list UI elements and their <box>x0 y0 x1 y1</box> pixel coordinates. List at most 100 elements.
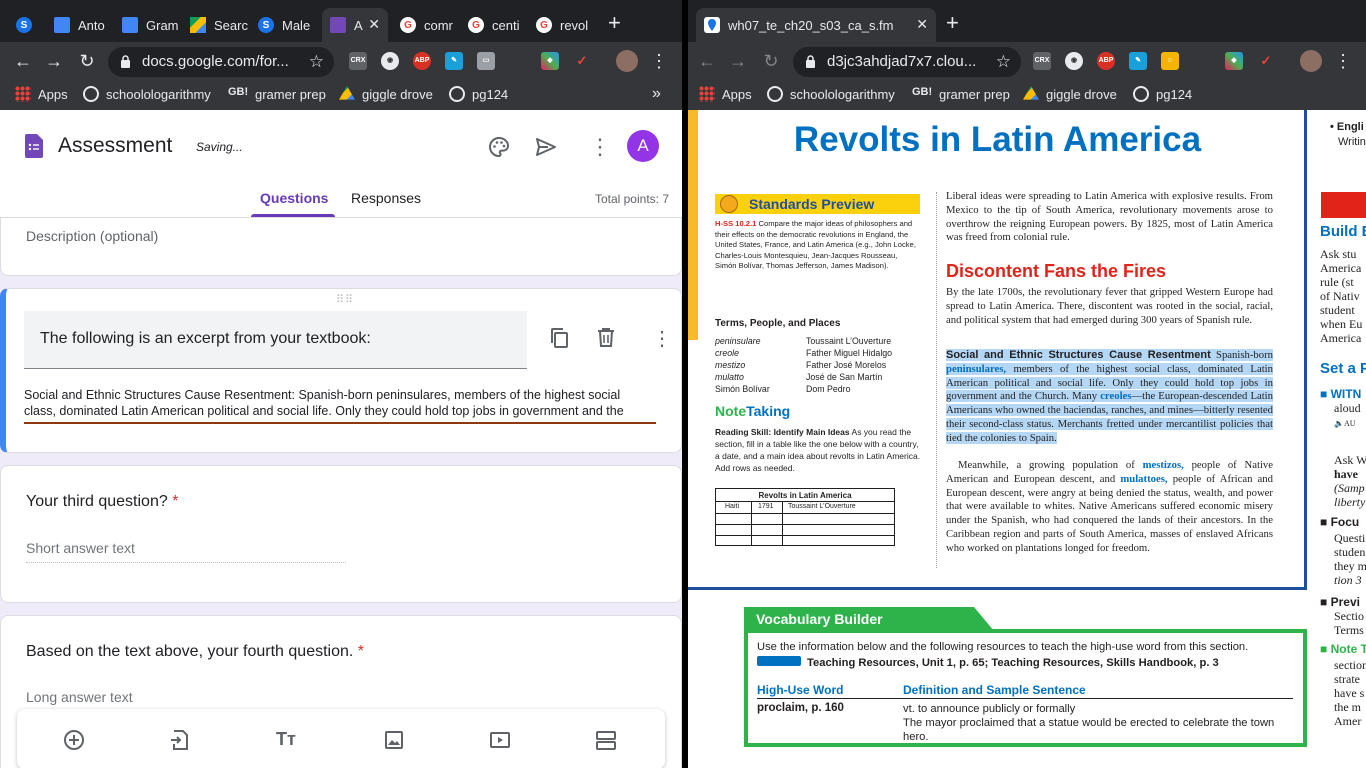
left-browser-window: S Anto Gram Searc S Male A ✕ Gcomr Gcenti … <box>0 0 682 768</box>
duplicate-icon[interactable] <box>549 327 569 349</box>
bookmark-apps[interactable]: Apps <box>699 86 752 102</box>
text-run: Meanwhile, a growing population of <box>958 459 1143 471</box>
folder-extension-icon[interactable]: ▭ <box>477 52 495 70</box>
reload-icon[interactable]: ↻ <box>76 50 98 72</box>
abp-extension-icon[interactable]: ABP <box>1097 52 1115 70</box>
blue-extension-icon[interactable]: ✎ <box>1129 52 1147 70</box>
rainbow-extension-icon[interactable]: ◆ <box>1225 52 1243 70</box>
crx-extension-icon[interactable]: CRX <box>1033 52 1051 70</box>
forms-logo-icon <box>25 134 43 158</box>
add-title-icon[interactable]: Tт <box>276 729 298 751</box>
url-text: docs.google.com/for... <box>142 53 289 70</box>
reload-icon[interactable]: ↻ <box>760 50 782 72</box>
form-description-card[interactable]: Description (optional) <box>0 218 682 276</box>
tab-5-active[interactable]: A ✕ <box>322 8 388 42</box>
sidebar-note: ■ Note T <box>1320 642 1366 656</box>
abp-extension-icon[interactable]: ABP <box>413 52 431 70</box>
profile-avatar[interactable] <box>1300 50 1322 72</box>
account-avatar[interactable]: A <box>627 130 659 162</box>
intro-paragraph: Liberal ideas were spreading to Latin Am… <box>946 190 1273 244</box>
menu-dots-icon[interactable]: ⋮ <box>648 50 670 72</box>
bookmark-schoolologarithmy[interactable]: schoolologarithmy <box>767 86 895 102</box>
import-questions-icon[interactable] <box>169 729 191 751</box>
term: Father Miguel Hidalgo <box>806 348 893 358</box>
blue-extension-icon[interactable]: ✎ <box>445 52 463 70</box>
table-title: Revolts in Latin America <box>716 489 894 502</box>
bookmark-gramer-prep[interactable]: GB! gramer prep <box>228 86 326 102</box>
tab-responses[interactable]: Responses <box>351 190 421 206</box>
vocab-header-tab: Vocabulary Builder <box>744 607 994 631</box>
palette-icon[interactable] <box>488 136 510 158</box>
pdf-tab[interactable]: wh07_te_ch20_s03_ca_s.fm ✕ <box>696 8 936 42</box>
profile-avatar[interactable] <box>616 50 638 72</box>
question-card-3[interactable]: Your third question? * Short answer text <box>0 465 682 603</box>
new-tab-icon[interactable]: + <box>946 12 959 34</box>
bookmark-star-icon[interactable]: ☆ <box>996 47 1011 77</box>
highlighted-text: Social and Ethnic Structures Cause Resen… <box>946 349 1273 444</box>
add-video-icon[interactable] <box>489 729 511 751</box>
form-title[interactable]: Assessment <box>58 134 172 158</box>
more-options-icon[interactable]: ⋮ <box>589 134 611 160</box>
question-title-field[interactable]: The following is an excerpt from your te… <box>24 311 527 369</box>
add-image-icon[interactable] <box>383 729 405 751</box>
tab-7[interactable]: Gcenti <box>460 8 528 42</box>
back-icon[interactable]: ← <box>696 50 718 72</box>
bookmark-label: pg124 <box>1156 86 1193 102</box>
tab-questions[interactable]: Questions <box>260 190 328 206</box>
bookmark-apps[interactable]: Apps <box>15 86 68 102</box>
description-field[interactable]: Description (optional) <box>26 228 158 244</box>
checkmark-extension-icon[interactable]: ✓ <box>573 52 591 70</box>
bookmark-pg124[interactable]: pg124 <box>1133 86 1192 102</box>
bookmark-pg124[interactable]: pg124 <box>449 86 508 102</box>
vocab-rule <box>757 698 1293 699</box>
tab-2[interactable]: Gram <box>114 8 182 42</box>
sidebar-build: Build B <box>1320 223 1366 240</box>
add-section-icon[interactable] <box>595 729 617 751</box>
drag-handle-icon[interactable]: ⠿⠿ <box>336 293 354 306</box>
bookmark-giggle-drove[interactable]: giggle drove <box>1023 86 1117 102</box>
close-tab-icon[interactable]: ✕ <box>916 16 928 33</box>
bookmark-label: giggle drove <box>1046 86 1117 102</box>
tab-4[interactable]: S Male <box>250 8 318 42</box>
delete-icon[interactable] <box>597 327 615 347</box>
new-tab-icon[interactable]: + <box>608 12 621 34</box>
checkmark-extension-icon[interactable]: ✓ <box>1257 52 1275 70</box>
question-more-icon[interactable]: ⋮ <box>652 326 672 351</box>
tab-8[interactable]: Grevol <box>528 8 596 42</box>
tab-1[interactable]: Anto <box>46 8 114 42</box>
section-heading: Discontent Fans the Fires <box>946 261 1167 281</box>
owl-extension-icon[interactable]: ◉ <box>381 52 399 70</box>
address-bar[interactable]: d3jc3ahdjad7x7.clou... ☆ <box>793 47 1021 77</box>
tab-0[interactable]: S <box>8 8 46 42</box>
bookmark-giggle-drove[interactable]: giggle drove <box>339 86 433 102</box>
question-description-field[interactable]: Social and Ethnic Structures Cause Resen… <box>24 387 656 424</box>
active-question-card[interactable]: ⠿⠿ The following is an excerpt from your… <box>0 288 682 453</box>
sidebar-previ: ■ Previ <box>1320 595 1360 609</box>
bookmarks-overflow-icon[interactable]: » <box>652 85 661 103</box>
rainbow-extension-icon[interactable]: ◆ <box>541 52 559 70</box>
address-bar[interactable]: docs.google.com/for... ☆ <box>108 47 334 77</box>
google-forms-editor: Assessment Saving... ⋮ A Questions Respo… <box>0 110 682 768</box>
term: José de San Martín <box>806 372 883 382</box>
add-question-icon[interactable] <box>63 729 85 751</box>
forward-icon[interactable]: → <box>727 50 749 72</box>
tab-3[interactable]: Searc <box>182 8 250 42</box>
close-tab-icon[interactable]: ✕ <box>368 16 380 33</box>
standards-block: H-SS 10.2.1 Compare the major ideas of p… <box>715 219 920 272</box>
tab-6[interactable]: Gcomr <box>392 8 460 42</box>
forward-icon[interactable]: → <box>43 50 65 72</box>
bookmark-star-icon[interactable]: ☆ <box>309 47 324 77</box>
all-in-one-icon <box>757 656 801 666</box>
sidebar-line: tion 3 <box>1334 573 1362 587</box>
bookmark-schoolologarithmy[interactable]: schoolologarithmy <box>83 86 211 102</box>
face-extension-icon[interactable]: ☺ <box>1161 52 1179 70</box>
crx-extension-icon[interactable]: CRX <box>349 52 367 70</box>
menu-dots-icon[interactable]: ⋮ <box>1332 50 1354 72</box>
highlighted-paragraph[interactable]: Social and Ethnic Structures Cause Resen… <box>946 349 1273 446</box>
send-icon[interactable] <box>535 136 557 158</box>
right-browser-window: wh07_te_ch20_s03_ca_s.fm ✕ + ← → ↻ d3jc3a… <box>688 0 1366 768</box>
owl-extension-icon[interactable]: ◉ <box>1065 52 1083 70</box>
bookmark-gramer-prep[interactable]: GB! gramer prep <box>912 86 1010 102</box>
bookmark-label: giggle drove <box>362 86 433 102</box>
back-icon[interactable]: ← <box>12 50 34 72</box>
